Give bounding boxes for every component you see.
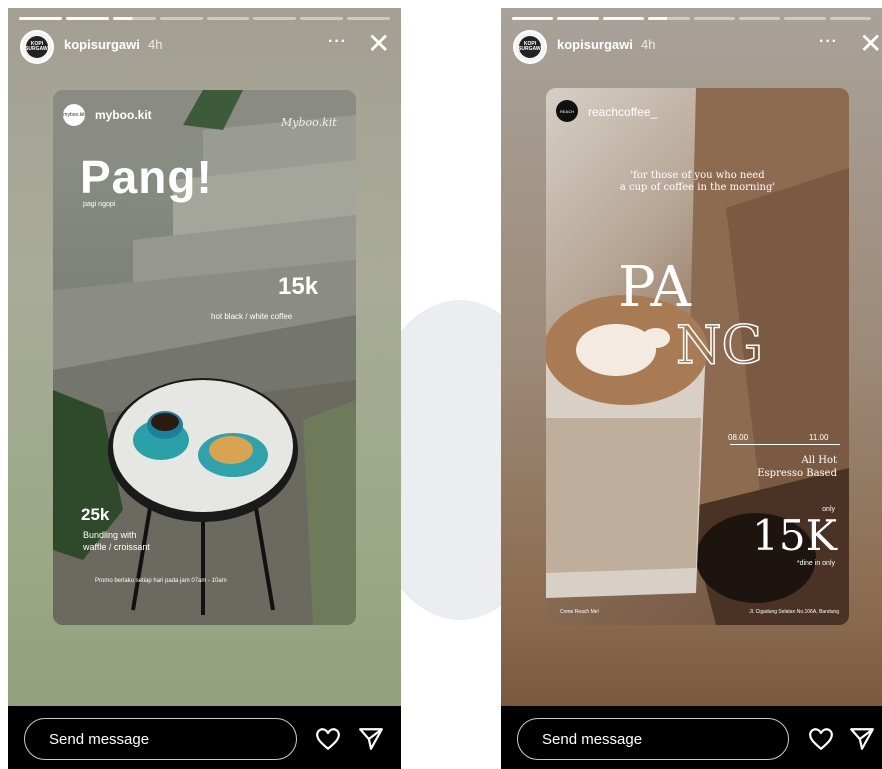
story-footer: Send message	[8, 706, 401, 769]
heart-icon[interactable]	[808, 726, 834, 752]
story-post-card: REACH reachcoffee_ 'for those of you who…	[546, 88, 849, 625]
bundle-description-line2: waffle / croissant	[83, 542, 150, 552]
avatar[interactable]: KOPI SURGAWI	[20, 30, 54, 64]
post-account-name: myboo.kit	[95, 108, 152, 122]
promo-note: Promo berlaku setiap hari pada jam 07am …	[95, 578, 227, 584]
post-subheadline: pagi ngopi	[83, 201, 116, 208]
offer-line1: All Hot	[801, 455, 837, 466]
username[interactable]: kopisurgawi	[557, 37, 633, 52]
address-text: Jl. Cigadung Selatan No.106A, Bandung	[749, 609, 839, 615]
account-logo: REACH	[556, 100, 578, 122]
username[interactable]: kopisurgawi	[64, 37, 140, 52]
footer-left-text: Come Reach Me!	[560, 609, 599, 615]
story-footer: Send message	[501, 706, 882, 769]
close-button[interactable]: ✕	[859, 30, 882, 58]
price-label: 15k	[278, 273, 319, 300]
send-icon[interactable]	[849, 726, 875, 752]
post-account-name: reachcoffee_	[588, 105, 658, 119]
brand-logo: Myboo.kit	[281, 116, 337, 129]
price-label: 15K	[752, 511, 837, 560]
avatar-logo: KOPI SURGAWI	[25, 36, 49, 58]
headline-top: PA	[618, 255, 691, 320]
heart-icon[interactable]	[315, 726, 341, 752]
divider-line	[730, 444, 840, 445]
send-message-input[interactable]: Send message	[517, 718, 789, 760]
story-left[interactable]: KOPI SURGAWI kopisurgawi 4h ··· ✕ myboo.…	[8, 8, 401, 769]
send-message-input[interactable]: Send message	[24, 718, 297, 760]
bundle-price-label: 25k	[81, 505, 110, 524]
story-progress-bar	[19, 17, 390, 20]
dine-in-note: *dine in only	[796, 560, 835, 567]
quote-line2: a cup of coffee in the morning'	[619, 182, 776, 193]
more-options-button[interactable]: ···	[328, 33, 347, 51]
post-time: 4h	[641, 37, 656, 52]
send-icon[interactable]	[358, 726, 384, 752]
time-end: 11.00	[809, 433, 829, 442]
story-progress-bar	[512, 17, 871, 20]
offer-line2: Espresso Based	[757, 468, 837, 479]
headline-bottom: NG	[675, 316, 764, 376]
avatar-logo: KOPI SURGAWI	[518, 36, 542, 58]
quote-line1: 'for those of you who need	[630, 170, 765, 181]
story-post-card: myboo.kit myboo.kit Myboo.kit Pang! pagi…	[53, 90, 356, 625]
bundle-description-line1: Bundling with	[83, 530, 137, 540]
price-description: hot black / white coffee	[211, 312, 293, 321]
close-button[interactable]: ✕	[367, 30, 390, 58]
account-logo: myboo.kit	[63, 104, 85, 126]
avatar[interactable]: KOPI SURGAWI	[513, 30, 547, 64]
post-time: 4h	[148, 37, 163, 52]
story-right[interactable]: KOPI SURGAWI kopisurgawi 4h ··· ✕ REACH …	[501, 8, 882, 769]
post-headline: Pang!	[80, 151, 213, 203]
time-start: 08.00	[728, 433, 749, 442]
more-options-button[interactable]: ···	[819, 33, 838, 51]
